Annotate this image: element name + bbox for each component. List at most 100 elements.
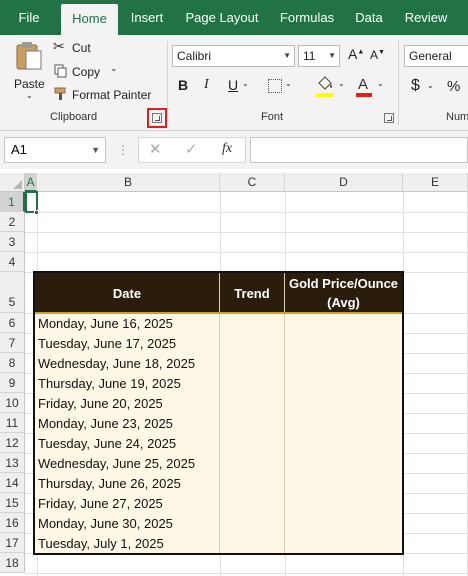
formula-buttons: ✕ ✓ fx xyxy=(138,137,246,163)
percent-icon[interactable]: % xyxy=(447,78,460,95)
row-header-7[interactable]: 7 xyxy=(0,333,25,353)
row-header-14[interactable]: 14 xyxy=(0,473,25,493)
tab-data[interactable]: Data xyxy=(350,0,388,35)
font-dialog-launcher-icon[interactable] xyxy=(384,113,394,123)
row-header-8[interactable]: 8 xyxy=(0,353,25,373)
formula-input[interactable] xyxy=(250,137,468,163)
column-header-e[interactable]: E xyxy=(403,173,468,192)
cut-button[interactable]: ✂ Cut xyxy=(53,38,133,57)
cancel-icon[interactable]: ✕ xyxy=(149,140,162,158)
separator xyxy=(398,41,399,125)
name-box-value: A1 xyxy=(11,142,27,157)
gridline xyxy=(25,573,468,574)
header-date[interactable]: Date xyxy=(35,286,219,301)
underline-icon[interactable]: U xyxy=(228,77,238,93)
tab-review[interactable]: Review xyxy=(398,0,454,35)
row-header-12[interactable]: 12 xyxy=(0,433,25,453)
row-header-1[interactable]: 1 xyxy=(0,192,25,212)
date-cell[interactable]: Tuesday, June 17, 2025 xyxy=(38,336,176,351)
copy-label: Copy xyxy=(72,65,101,79)
chevron-down-icon[interactable]: ⌄ xyxy=(377,79,384,88)
gridline xyxy=(25,252,468,253)
italic-icon[interactable]: I xyxy=(204,77,209,93)
row-header-5[interactable]: 5 xyxy=(0,272,25,313)
copy-button[interactable]: Copy ⌄ xyxy=(53,62,133,80)
date-cell[interactable]: Monday, June 23, 2025 xyxy=(38,416,173,431)
insert-function-icon[interactable]: fx xyxy=(222,141,232,157)
ribbon-tabs: File Home Insert Page Layout Formulas Da… xyxy=(0,0,468,35)
decrease-font-size-icon[interactable]: A▼ xyxy=(370,48,385,62)
cut-label: Cut xyxy=(72,41,91,55)
date-cell[interactable]: Thursday, June 19, 2025 xyxy=(38,376,181,391)
row-header-11[interactable]: 11 xyxy=(0,413,25,433)
row-header-15[interactable]: 15 xyxy=(0,493,25,513)
number-group-label: Num xyxy=(446,111,468,123)
date-cell[interactable]: Wednesday, June 25, 2025 xyxy=(38,456,195,471)
clipboard-dialog-launcher-icon[interactable] xyxy=(152,113,162,123)
tab-page-layout[interactable]: Page Layout xyxy=(180,0,264,35)
row-header-4[interactable]: 4 xyxy=(0,252,25,272)
chevron-down-icon: ▼ xyxy=(91,145,100,155)
column-header-a[interactable]: A xyxy=(25,173,37,192)
date-cell[interactable]: Thursday, June 26, 2025 xyxy=(38,476,181,491)
tab-home[interactable]: Home xyxy=(61,4,118,35)
date-cell[interactable]: Wednesday, June 18, 2025 xyxy=(38,356,195,371)
clipboard-group-label: Clipboard xyxy=(50,111,98,123)
increase-font-size-icon[interactable]: A▲ xyxy=(348,46,364,62)
header-gold-price[interactable]: Gold Price/Ounce xyxy=(285,276,402,291)
paste-button[interactable]: Paste ⌄ xyxy=(8,39,50,101)
font-name-select[interactable]: Calibri ▼ xyxy=(172,45,295,67)
format-painter-button[interactable]: Format Painter xyxy=(53,85,153,103)
select-all-corner[interactable] xyxy=(0,173,25,192)
paste-dropdown-icon[interactable]: ⌄ xyxy=(26,91,33,100)
ribbon: Paste ⌄ ✂ Cut Copy ⌄ Format Painter Clip… xyxy=(0,35,468,131)
formula-bar: A1 ▼ ⋮ ✕ ✓ fx xyxy=(0,131,468,169)
number-format-select[interactable]: General xyxy=(404,45,468,67)
tab-insert[interactable]: Insert xyxy=(124,0,170,35)
chevron-down-icon: ▼ xyxy=(328,51,336,60)
fill-color-icon[interactable] xyxy=(316,76,334,98)
chevron-down-icon[interactable]: ⌄ xyxy=(285,79,292,88)
tab-formulas[interactable]: Formulas xyxy=(274,0,340,35)
date-cell[interactable]: Tuesday, June 24, 2025 xyxy=(38,436,176,451)
column-header-c[interactable]: C xyxy=(220,173,285,192)
fill-handle[interactable] xyxy=(34,210,39,215)
column-header-d[interactable]: D xyxy=(285,173,403,192)
resize-handle-icon[interactable]: ⋮ xyxy=(117,143,129,157)
gridline xyxy=(25,212,468,213)
date-cell[interactable]: Tuesday, July 1, 2025 xyxy=(38,536,164,551)
chevron-down-icon[interactable]: ⌄ xyxy=(338,79,345,88)
currency-icon[interactable]: $ xyxy=(411,77,420,95)
row-header-6[interactable]: 6 xyxy=(0,313,25,333)
row-header-17[interactable]: 17 xyxy=(0,533,25,553)
font-color-icon[interactable]: A xyxy=(356,76,372,98)
column-header-b[interactable]: B xyxy=(37,173,220,192)
header-trend[interactable]: Trend xyxy=(220,286,284,301)
row-header-9[interactable]: 9 xyxy=(0,373,25,393)
scissors-icon: ✂ xyxy=(53,38,65,54)
date-cell[interactable]: Monday, June 16, 2025 xyxy=(38,316,173,331)
header-gold-price-avg[interactable]: (Avg) xyxy=(285,295,402,310)
name-box[interactable]: A1 ▼ xyxy=(4,137,106,163)
date-cell[interactable]: Friday, June 20, 2025 xyxy=(38,396,163,411)
row-header-3[interactable]: 3 xyxy=(0,232,25,252)
tab-file[interactable]: File xyxy=(6,0,52,35)
copy-dropdown-icon[interactable]: ⌄ xyxy=(110,63,118,74)
row-header-16[interactable]: 16 xyxy=(0,513,25,533)
enter-check-icon[interactable]: ✓ xyxy=(185,140,198,158)
font-size-select[interactable]: 11 ▼ xyxy=(298,45,340,67)
row-header-18[interactable]: 18 xyxy=(0,553,25,573)
format-painter-label: Format Painter xyxy=(72,88,152,102)
chevron-down-icon[interactable]: ⌄ xyxy=(242,79,249,88)
paint-bucket-icon xyxy=(318,76,332,90)
date-cell[interactable]: Friday, June 27, 2025 xyxy=(38,496,163,511)
date-cell[interactable]: Monday, June 30, 2025 xyxy=(38,516,173,531)
borders-icon[interactable] xyxy=(268,79,282,93)
row-header-2[interactable]: 2 xyxy=(0,212,25,232)
bold-icon[interactable]: B xyxy=(178,77,188,93)
chevron-down-icon[interactable]: ⌄ xyxy=(427,81,434,90)
paste-icon xyxy=(16,42,42,70)
row-header-13[interactable]: 13 xyxy=(0,453,25,473)
row-header-10[interactable]: 10 xyxy=(0,393,25,413)
number-format-value: General xyxy=(409,49,452,63)
